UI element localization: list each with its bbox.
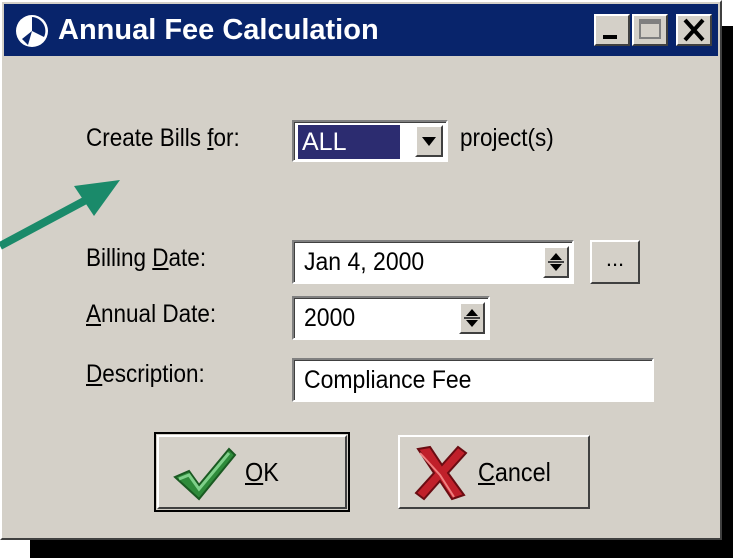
cancel-label: Cancel (478, 457, 551, 487)
chevron-down-icon (422, 137, 436, 146)
ok-label: OK (245, 457, 279, 487)
checkmark-icon (173, 447, 237, 501)
minimize-button[interactable] (594, 14, 630, 46)
annual-date-field[interactable]: 2000 (292, 296, 490, 340)
x-mark-icon (414, 445, 468, 501)
window-title: Annual Fee Calculation (58, 14, 379, 46)
cancel-button[interactable]: Cancel (398, 435, 590, 509)
spin-updown-icon (548, 253, 564, 271)
app-icon (16, 15, 48, 47)
pointer-arrow-icon (0, 180, 120, 250)
close-icon (683, 18, 705, 42)
description-input[interactable]: Compliance Fee (292, 358, 654, 402)
description-label: Description: (86, 360, 205, 388)
projects-suffix-label: project(s) (460, 124, 554, 152)
title-bar[interactable]: Annual Fee Calculation (4, 4, 718, 56)
create-bills-label: Create Bills for: (86, 124, 240, 152)
close-button[interactable] (676, 14, 712, 46)
dialog-window: Annual Fee Calculation Create Bills for:… (0, 0, 722, 540)
billing-date-value: Jan 4, 2000 (304, 248, 425, 276)
maximize-icon (639, 19, 661, 39)
minimize-icon (603, 35, 617, 39)
annual-date-value: 2000 (304, 304, 356, 332)
ok-button[interactable]: OK (157, 435, 347, 509)
annual-date-label: Annual Date: (86, 300, 217, 328)
annual-date-spinner[interactable] (459, 302, 485, 334)
ellipsis-label: ... (605, 246, 625, 271)
description-value: Compliance Fee (304, 366, 472, 394)
maximize-button[interactable] (632, 14, 668, 46)
spin-updown-icon (464, 309, 480, 327)
billing-date-spinner[interactable] (543, 246, 569, 278)
project-scope-dropdown[interactable]: ALL (292, 120, 448, 162)
dropdown-selected-value: ALL (298, 125, 400, 159)
dropdown-arrow-button[interactable] (415, 125, 443, 157)
billing-date-field[interactable]: Jan 4, 2000 (292, 240, 574, 284)
browse-date-button[interactable]: ... (590, 240, 640, 284)
